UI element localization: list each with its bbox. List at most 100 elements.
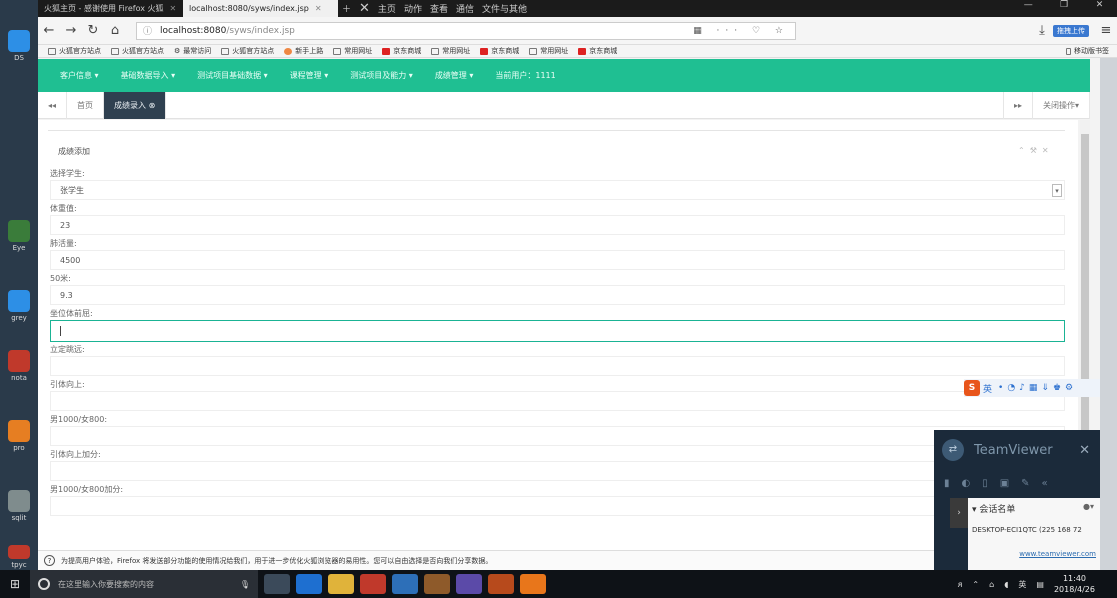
menu-score-mgmt[interactable]: 成绩管理 ▾ — [435, 70, 474, 81]
menu-test-project-data[interactable]: 测试项目基础数据 ▾ — [197, 70, 268, 81]
taskbar-search[interactable]: 在这里输入你要搜索的内容 🎙 — [30, 570, 258, 598]
chevron-up-icon[interactable]: ⌃ — [972, 580, 979, 589]
close-icon: ✕ — [1041, 146, 1054, 155]
run-1000-800-input[interactable] — [50, 426, 1065, 446]
close-icon[interactable]: ✕ — [315, 4, 322, 13]
browser-tab-firefox-home[interactable]: 火狐主页 - 感谢使用 Firefox 火狐 ✕ — [38, 0, 183, 17]
windows-start-icon[interactable]: ⊞ — [0, 577, 30, 591]
url-bar[interactable]: ⓘ localhost:8080/syws/index.jsp ▦ ··· ♡ … — [136, 21, 796, 40]
app-brown-icon[interactable] — [424, 574, 450, 594]
info-icon[interactable]: ⓘ — [143, 24, 152, 37]
new-tab-button[interactable]: ＋ — [342, 2, 351, 15]
bookmark[interactable]: 常用网址 — [333, 46, 372, 56]
reload-icon[interactable]: ↻ — [82, 23, 104, 38]
bookmark[interactable]: 京东商城 — [578, 46, 617, 56]
teamviewer-panel: ⇄ TeamViewer ✕ ▮◐▯▣✎« › ▾ 会话名单 ●▾ DESKTO… — [934, 430, 1100, 570]
volume-icon[interactable]: ◖ — [1004, 580, 1008, 589]
bookmark[interactable]: 常用网址 — [529, 46, 568, 56]
desktop-icon-eye[interactable]: Eye — [2, 220, 36, 252]
folder-icon — [221, 47, 230, 55]
tabs-scroll-left-icon[interactable]: ◂◂ — [38, 91, 68, 119]
pull-up-input[interactable] — [50, 391, 1065, 411]
browser-tab-localhost[interactable]: localhost:8080/syws/index.jsp ✕ — [183, 0, 338, 17]
maximize-button[interactable]: ❐ — [1060, 0, 1068, 17]
app-orange-icon[interactable] — [488, 574, 514, 594]
teamviewer-link[interactable]: www.teamviewer.com — [1019, 550, 1096, 558]
close-icon[interactable]: ⊗ — [149, 101, 156, 110]
toolbar-files[interactable]: 文件与其他 — [482, 2, 527, 15]
explorer-icon[interactable] — [328, 574, 354, 594]
close-window-button[interactable]: ✕ — [1096, 0, 1104, 17]
desktop-icon-ds[interactable]: DS — [2, 30, 36, 62]
menu-customer-info[interactable]: 客户信息 ▾ — [60, 70, 99, 81]
toolbar-view[interactable]: 查看 — [430, 2, 448, 15]
firefox-task-icon[interactable] — [520, 574, 546, 594]
tab-home[interactable]: 首页 — [67, 91, 105, 119]
task-view-icon[interactable] — [264, 574, 290, 594]
edge-icon[interactable] — [296, 574, 322, 594]
download-icon[interactable]: ⤓ — [1031, 23, 1053, 38]
bookmark[interactable]: 火狐官方站点 — [221, 46, 274, 56]
bookmark[interactable]: 新手上路 — [284, 46, 323, 56]
close-icon[interactable]: ✕ — [1079, 443, 1090, 458]
options-icon[interactable]: ●▾ — [1083, 502, 1094, 511]
minimize-button[interactable]: — — [1024, 0, 1033, 17]
app-purple-icon[interactable] — [456, 574, 482, 594]
bookmark[interactable]: 京东商城 — [382, 46, 421, 56]
desktop-icon-grey[interactable]: grey — [2, 290, 36, 322]
panel-tools[interactable]: ⌃⚒✕ — [1018, 146, 1054, 155]
menu-data-import[interactable]: 基础数据导入 ▾ — [121, 70, 176, 81]
desktop-icon-pro[interactable]: pro — [2, 420, 36, 452]
long-jump-input[interactable] — [50, 356, 1065, 376]
close-x-icon[interactable]: ✕ — [359, 1, 370, 16]
ime-lang[interactable]: 英 — [983, 382, 992, 395]
weight-input[interactable]: 23 — [50, 215, 1065, 235]
home-icon[interactable]: ⌂ — [104, 23, 126, 38]
text-caret — [60, 326, 61, 336]
clock[interactable]: 11:40 2018/4/26 — [1054, 573, 1095, 595]
upload-button[interactable]: 拖拽上传 — [1053, 24, 1089, 37]
ime-toolbar[interactable]: S 英 •◔♪▦⇓♚⚙ — [964, 379, 1100, 397]
teamviewer-task-icon[interactable] — [392, 574, 418, 594]
run-bonus-input[interactable] — [50, 496, 1065, 516]
desktop-icon-nota[interactable]: nota — [2, 350, 36, 382]
tab-score-entry[interactable]: 成绩录入 ⊗ — [104, 91, 167, 119]
run-50m-input[interactable]: 9.3 — [50, 285, 1065, 305]
menu-test-ability[interactable]: 测试项目及能力 ▾ — [350, 70, 413, 81]
session-device[interactable]: DESKTOP-ECI1QTC (225 168 72 — [972, 526, 1082, 534]
bookmark[interactable]: 火狐官方站点 — [48, 46, 101, 56]
sit-reach-input[interactable] — [50, 320, 1065, 342]
tabs-scroll-right-icon[interactable]: ▸▸ — [1002, 91, 1033, 119]
sogou-icon[interactable]: S — [964, 380, 980, 396]
forward-arrow-icon[interactable]: → — [60, 23, 82, 38]
expand-arrow-icon[interactable]: › — [950, 498, 968, 528]
bookmark[interactable]: 火狐官方站点 — [111, 46, 164, 56]
toolbar-comm[interactable]: 通信 — [456, 2, 474, 15]
close-icon[interactable]: ✕ — [170, 4, 177, 13]
teamviewer-action-icons[interactable]: ▮◐▯▣✎« — [944, 478, 1060, 489]
pull-up-bonus-input[interactable] — [50, 461, 1065, 481]
chevron-down-icon[interactable]: ▾ — [1052, 184, 1062, 197]
bookmark[interactable]: 京东商城 — [480, 46, 519, 56]
network-icon[interactable]: ⌂ — [989, 580, 994, 589]
close-actions-dropdown[interactable]: 关闭操作 ▾ — [1033, 91, 1090, 119]
toolbar-home[interactable]: 主页 — [378, 2, 396, 15]
back-arrow-icon[interactable]: ← — [38, 23, 60, 38]
toolbar-action[interactable]: 动作 — [404, 2, 422, 15]
person-icon[interactable]: ᴙ — [958, 580, 963, 589]
student-select[interactable]: 张学生 ▾ — [50, 180, 1065, 200]
bookmark[interactable]: 常用网址 — [431, 46, 470, 56]
desktop-icon-tpyc[interactable]: tpyc — [2, 545, 36, 569]
bookmark[interactable]: ⚙ 最常访问 — [174, 46, 211, 56]
notification-icon[interactable]: ▤ — [1036, 580, 1044, 589]
lung-capacity-input[interactable]: 4500 — [50, 250, 1065, 270]
menu-course-mgmt[interactable]: 课程管理 ▾ — [290, 70, 329, 81]
mobile-bookmarks[interactable]: 移动版书签 — [1066, 46, 1109, 56]
mic-icon[interactable]: 🎙 — [240, 580, 250, 589]
tray-lang[interactable]: 英 — [1018, 579, 1026, 590]
ime-tools-icons[interactable]: •◔♪▦⇓♚⚙ — [998, 383, 1077, 393]
app-red-icon[interactable] — [360, 574, 386, 594]
menu-icon[interactable]: ≡ — [1095, 23, 1117, 38]
desktop-icon-sqlit[interactable]: sqlit — [2, 490, 36, 522]
url-actions[interactable]: ▦ ··· ♡ ☆ — [693, 26, 789, 36]
